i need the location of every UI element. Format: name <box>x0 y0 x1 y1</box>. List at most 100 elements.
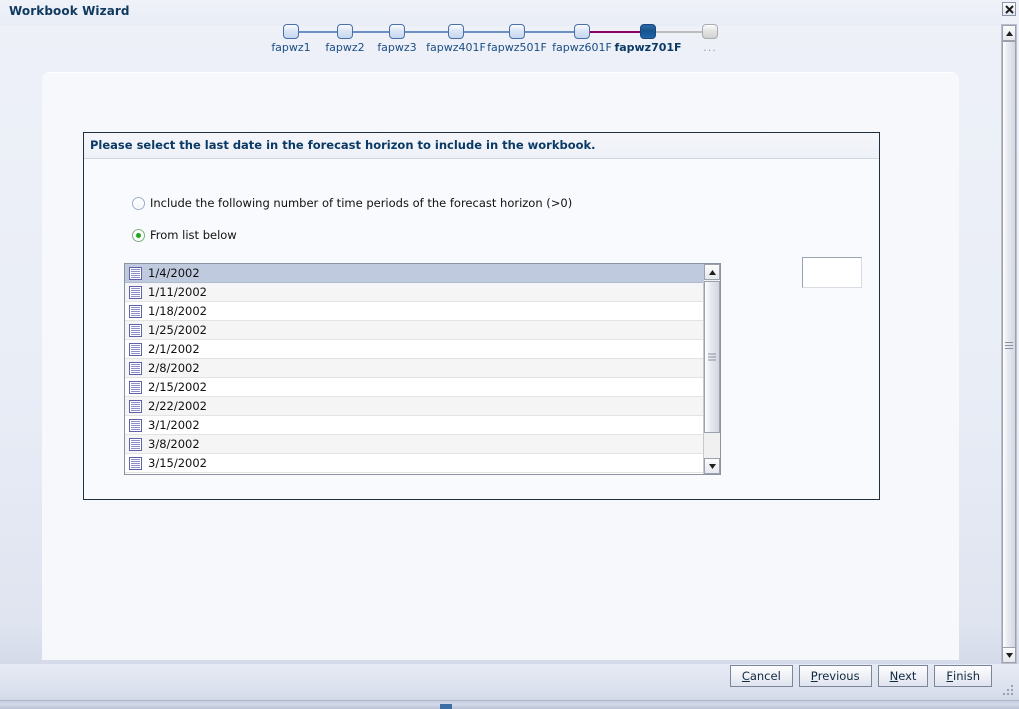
document-icon <box>129 342 142 356</box>
step-label: fapwz601F <box>552 41 612 54</box>
step-label: fapwz701F <box>614 41 682 54</box>
step-connector <box>590 31 640 33</box>
scroll-grip-icon <box>1005 342 1013 349</box>
list-item[interactable]: 2/22/2002 <box>125 397 703 416</box>
bottom-tick <box>440 704 452 709</box>
list-item[interactable]: 1/25/2002 <box>125 321 703 340</box>
list-item-label: 1/25/2002 <box>148 323 207 337</box>
list-item-label: 3/1/2002 <box>148 418 200 432</box>
date-list-scrollarea: 1/4/2002 1/11/2002 1/18/2002 1/25/2002 2/1/2… <box>125 264 703 474</box>
wizard-button-bar: Cancel Previous Next Finish <box>729 665 992 687</box>
list-item[interactable]: 1/4/2002 <box>125 264 703 283</box>
date-list-scrollbar[interactable] <box>703 264 720 474</box>
chevron-up-icon[interactable] <box>1002 25 1016 41</box>
previous-after: revious <box>817 669 860 683</box>
groupbox-header: Please select the last date in the forec… <box>84 133 879 159</box>
list-item[interactable]: 3/15/2002 <box>125 454 703 473</box>
step-connector <box>353 31 389 33</box>
radio-periods-mark[interactable] <box>132 196 145 210</box>
previous-button[interactable]: Previous <box>798 665 872 687</box>
list-item-label: 3/8/2002 <box>148 437 200 451</box>
selection-groupbox: Please select the last date in the forec… <box>83 132 880 500</box>
list-item[interactable]: 3/1/2002 <box>125 416 703 435</box>
list-item-label: 2/8/2002 <box>148 361 200 375</box>
document-icon <box>129 437 142 451</box>
next-button[interactable]: Next <box>877 665 929 687</box>
list-item[interactable]: 2/8/2002 <box>125 359 703 378</box>
step-node-icon[interactable] <box>448 24 464 39</box>
document-icon <box>129 323 142 337</box>
next-after: ext <box>898 669 917 683</box>
step-connector <box>525 31 574 33</box>
close-icon[interactable] <box>1002 2 1016 16</box>
chevron-down-icon[interactable] <box>1002 647 1016 663</box>
list-item-label: 2/1/2002 <box>148 342 200 356</box>
step-label: fapwz2 <box>325 41 365 54</box>
radio-from-list-label: From list below <box>150 228 237 242</box>
date-list-scroll-thumb[interactable] <box>704 281 720 433</box>
periods-input[interactable] <box>802 257 862 288</box>
document-icon <box>129 456 142 470</box>
chevron-down-icon[interactable] <box>704 458 720 474</box>
next-mnemonic: N <box>889 669 899 683</box>
step-node-icon[interactable] <box>702 24 718 39</box>
list-item[interactable]: 1/18/2002 <box>125 302 703 321</box>
list-item[interactable]: 1/11/2002 <box>125 283 703 302</box>
document-icon <box>129 361 142 375</box>
step-node-icon[interactable] <box>283 24 299 39</box>
step-label: fapwz401F <box>426 41 486 54</box>
page-title: Workbook Wizard <box>9 4 130 18</box>
bottom-strip <box>0 700 1019 709</box>
radio-option-from-list[interactable]: From list below <box>132 228 237 242</box>
document-icon <box>129 380 142 394</box>
wizard-step-train: fapwz1 fapwz2 fapwz3 fapwz401F fapwz501F fapw… <box>260 24 740 58</box>
step-label: ... <box>703 41 717 54</box>
chevron-up-icon[interactable] <box>704 264 720 280</box>
step-connector <box>299 31 337 33</box>
list-item[interactable]: 3/8/2002 <box>125 435 703 454</box>
resize-grip-icon[interactable] <box>1003 685 1015 697</box>
step-node-icon[interactable] <box>337 24 353 39</box>
list-item[interactable]: 2/1/2002 <box>125 340 703 359</box>
step-connector <box>656 31 702 33</box>
list-item-label: 3/15/2002 <box>148 456 207 470</box>
step-node-icon[interactable] <box>574 24 590 39</box>
date-listbox[interactable]: 1/4/2002 1/11/2002 1/18/2002 1/25/2002 2/1/2… <box>124 263 721 475</box>
finish-after: inish <box>953 669 980 683</box>
step-label: fapwz3 <box>377 41 417 54</box>
cancel-button[interactable]: Cancel <box>729 665 793 687</box>
document-icon <box>129 285 142 299</box>
list-item[interactable]: 2/15/2002 <box>125 378 703 397</box>
scroll-grip-icon <box>708 353 716 361</box>
list-item-label: 2/15/2002 <box>148 380 207 394</box>
previous-mnemonic: P <box>810 669 818 683</box>
document-icon <box>129 266 142 280</box>
list-item-label: 1/18/2002 <box>148 304 207 318</box>
step-connector <box>464 31 509 33</box>
document-icon <box>129 399 142 413</box>
step-node-icon[interactable] <box>389 24 405 39</box>
cancel-after: ancel <box>749 669 781 683</box>
step-node-icon[interactable] <box>640 24 656 39</box>
step-node-icon[interactable] <box>509 24 525 39</box>
radio-periods-label: Include the following number of time per… <box>150 196 573 210</box>
window-scroll-thumb[interactable] <box>1002 41 1016 653</box>
document-icon <box>129 418 142 432</box>
radio-from-list-mark[interactable] <box>132 228 145 242</box>
titlebar: Workbook Wizard <box>0 0 1001 26</box>
finish-mnemonic: F <box>946 669 954 683</box>
window-scrollbar[interactable] <box>1001 24 1017 664</box>
document-icon <box>129 304 142 318</box>
radio-option-periods[interactable]: Include the following number of time per… <box>132 196 572 210</box>
list-item-label: 1/11/2002 <box>148 285 207 299</box>
content-panel: Please select the last date in the forec… <box>42 72 959 660</box>
list-item-label: 2/22/2002 <box>148 399 207 413</box>
groupbox-title: Please select the last date in the forec… <box>90 138 596 152</box>
step-connector <box>405 31 448 33</box>
workbook-wizard-window: Workbook Wizard fapwz1 fapwz2 fapwz3 fapwz4… <box>0 0 1019 709</box>
cancel-mnemonic: C <box>741 669 750 683</box>
list-item-label: 1/4/2002 <box>148 266 200 280</box>
step-label: fapwz1 <box>271 41 311 54</box>
finish-button[interactable]: Finish <box>934 665 992 687</box>
step-label: fapwz501F <box>487 41 547 54</box>
